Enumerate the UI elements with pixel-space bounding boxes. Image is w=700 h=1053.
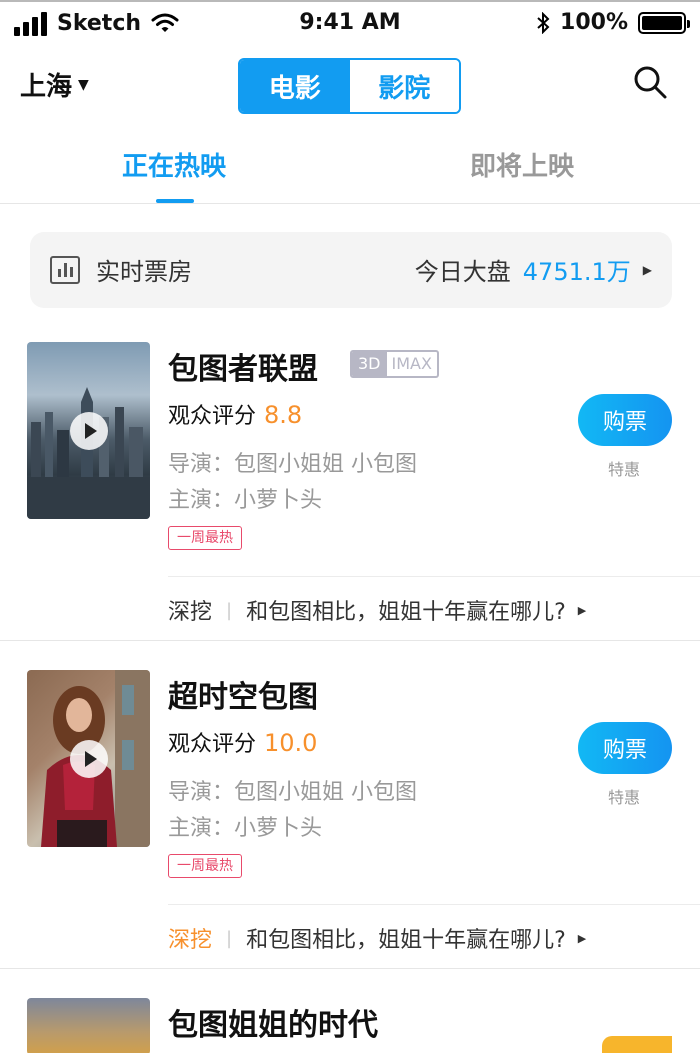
battery-icon [638,11,690,34]
tab-bar: 正在热映 即将上映 [0,130,700,204]
search-icon[interactable] [632,64,668,100]
segment-movies[interactable]: 电影 [240,60,350,112]
chevron-right-icon: ▶ [642,262,652,277]
separator: | [226,599,233,621]
format-badge: 3D IMAX [350,350,439,378]
dig-label: 深挖 [168,928,213,953]
box-office-bar[interactable]: 实时票房 今日大盘 4751.1万 ▶ [30,232,672,308]
segment-cinemas[interactable]: 影院 [349,60,459,112]
dig-text: 和包图相比，姐姐十年赢在哪儿? [246,928,566,953]
movie-poster[interactable] [27,670,150,847]
item-divider [0,968,700,969]
bluetooth-icon [537,11,550,34]
play-icon[interactable] [70,740,108,778]
box-office-label: 实时票房 [96,258,192,286]
movie-poster[interactable] [27,998,150,1053]
cast: 主演：小萝卜头 [168,488,323,513]
chevron-right-icon: ▶ [577,603,587,617]
movie-title: 超时空包图 [168,680,318,715]
rating-score: 8.8 [264,401,303,429]
buy-ticket-button[interactable]: 购票 [578,722,672,774]
dig-row[interactable]: 深挖 | 和包图相比，姐姐十年赢在哪儿? ▶ [168,922,638,954]
tab-indicator [156,199,194,203]
format-imax: IMAX [391,354,432,373]
rating-label: 观众评分 [168,732,257,757]
dig-label: 深挖 [168,600,213,625]
buy-ticket-button[interactable]: 购票 [578,394,672,446]
special-offer-label: 特惠 [608,460,641,479]
dig-text: 和包图相比，姐姐十年赢在哪儿? [246,600,566,625]
battery-percent: 100% [560,10,628,35]
divider [168,904,700,905]
rating-score: 10.0 [264,729,318,757]
status-right: 100% [536,10,690,35]
rating: 观众评分 8.8 [168,398,302,430]
movie-title: 包图姐姐的时代 [168,1008,378,1043]
tab-now-showing[interactable]: 正在热映 [122,146,226,183]
play-icon[interactable] [70,412,108,450]
movie-poster[interactable] [27,342,150,519]
today-label: 今日大盘 [414,258,511,286]
movie-title: 包图者联盟 [168,352,318,387]
item-divider [0,640,700,641]
director: 导演：包图小姐姐 小包图 [168,452,417,477]
segment-control: 电影 影院 [238,58,461,114]
special-offer-label: 特惠 [608,788,641,807]
chevron-right-icon: ▶ [577,931,587,945]
hot-badge: 一周最热 [168,526,242,550]
box-office-today: 今日大盘 4751.1万 ▶ [415,252,652,287]
hot-badge: 一周最热 [168,854,242,878]
dig-row[interactable]: 深挖 | 和包图相比，姐姐十年赢在哪儿? ▶ [168,594,638,626]
director: 导演：包图小姐姐 小包图 [168,780,417,805]
today-value: 4751.1万 [522,258,631,286]
status-bar: Sketch 9:41 AM 100% [0,0,700,44]
caret-down-icon: ▼ [78,76,89,93]
buy-ticket-button-edge[interactable] [602,1036,672,1053]
city-label: 上海 [20,72,73,102]
bar-chart-icon [50,256,80,284]
top-nav: 上海 ▼ 电影 影院 [0,56,700,116]
separator: | [226,927,233,949]
rating-label: 观众评分 [168,404,257,429]
cast: 主演：小萝卜头 [168,816,323,841]
divider [168,576,700,577]
format-3d: 3D [352,352,387,376]
tab-coming-soon[interactable]: 即将上映 [470,146,574,183]
rating: 观众评分 10.0 [168,726,317,758]
city-selector[interactable]: 上海 ▼ [20,66,89,103]
